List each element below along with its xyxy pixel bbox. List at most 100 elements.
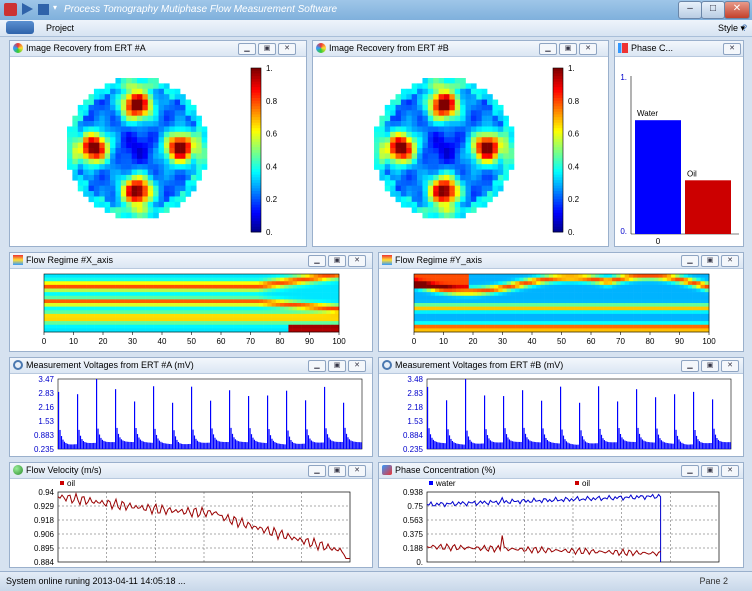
pixel (411, 104, 418, 111)
regime-pixel (258, 303, 264, 307)
regime-pixel (326, 299, 331, 304)
regime-pixel (418, 274, 423, 278)
panel-close-button[interactable]: ✕ (721, 465, 739, 477)
pixel (497, 104, 504, 111)
regime-pixel (532, 324, 537, 329)
pixel (153, 153, 159, 160)
panel-restore-button[interactable]: ▣ (701, 360, 719, 372)
regime-pixel (662, 317, 668, 322)
voltage-bar (96, 379, 98, 449)
regime-pixel (216, 277, 222, 282)
panel-title: Flow Regime #X_axis (26, 255, 114, 265)
panel-minimize-button[interactable]: ▁ (308, 360, 326, 372)
panel-restore-button[interactable]: ▣ (328, 465, 346, 477)
style-menu[interactable]: Style ▾ (718, 23, 745, 34)
panel-restore-button[interactable]: ▣ (701, 255, 719, 267)
voltage-bar (277, 443, 279, 449)
panel-minimize-button[interactable]: ▁ (539, 43, 557, 55)
regime-pixel (52, 317, 57, 322)
panel-restore-button[interactable]: ▣ (328, 360, 346, 372)
pixel (120, 180, 127, 186)
panel-minimize-button[interactable]: ▁ (681, 465, 699, 477)
pixel (77, 164, 84, 170)
regime-pixel (115, 299, 121, 304)
help-icon[interactable]: ? (742, 23, 747, 33)
colorbar-segment (251, 166, 261, 170)
pixel (422, 94, 429, 100)
pixel (180, 131, 186, 138)
panel-close-button[interactable]: ✕ (278, 43, 296, 55)
panel-minimize-button[interactable]: ▁ (681, 360, 699, 372)
pixel (503, 142, 509, 149)
pixel (406, 126, 412, 133)
regime-pixel (221, 284, 226, 289)
regime-pixel (157, 292, 163, 297)
pixel (492, 169, 499, 176)
pixel (67, 131, 73, 138)
status-pane: Pane 2 (699, 576, 728, 586)
regime-pixel (447, 313, 453, 318)
pixel (131, 83, 138, 90)
minimize-button[interactable]: – (678, 1, 702, 19)
quick-access-dropdown-icon[interactable]: ▾ (53, 3, 59, 16)
pixel (481, 137, 488, 143)
panel-close-button[interactable]: ✕ (348, 255, 366, 267)
panel-close-button[interactable]: ✕ (348, 360, 366, 372)
panel-close-button[interactable]: ✕ (579, 43, 597, 55)
colorbar-segment (553, 218, 563, 222)
voltage-bar (679, 441, 682, 449)
play-icon[interactable] (22, 3, 33, 15)
menu-project[interactable]: Project (46, 23, 74, 33)
panel-restore-button[interactable]: ▣ (258, 43, 276, 55)
regime-pixel (569, 310, 575, 315)
panel-phase-c: Phase C... ✕ 1. 0. Water Oil 0 (614, 40, 744, 247)
regime-pixel (620, 324, 626, 329)
panel-close-button[interactable]: ✕ (721, 360, 739, 372)
pixel (126, 88, 132, 95)
regime-pixel (666, 281, 672, 286)
regime-pixel (56, 310, 62, 315)
regime-pixel (502, 306, 508, 311)
regime-pixel (591, 292, 596, 297)
panel-minimize-button[interactable]: ▁ (238, 43, 256, 55)
regime-pixel (679, 303, 685, 307)
regime-pixel (675, 303, 680, 307)
regime-pixel (204, 292, 209, 297)
regime-pixel (119, 324, 125, 329)
stop-icon[interactable] (38, 4, 49, 15)
panel-restore-button[interactable]: ▣ (328, 255, 346, 267)
maximize-button[interactable]: □ (701, 1, 725, 19)
panel-restore-button[interactable]: ▣ (559, 43, 577, 55)
panel-minimize-button[interactable]: ▁ (308, 255, 326, 267)
panel-close-button[interactable]: ✕ (721, 255, 739, 267)
regime-pixel (60, 284, 66, 289)
regime-pixel (296, 292, 302, 297)
close-button[interactable]: ✕ (724, 1, 750, 19)
panel-close-button[interactable]: ✕ (348, 465, 366, 477)
regime-pixel (322, 284, 327, 289)
regime-pixel (506, 281, 512, 286)
pixel (438, 174, 445, 181)
pixel (422, 169, 429, 176)
panel-restore-button[interactable]: ▣ (701, 465, 719, 477)
regime-pixel (607, 306, 613, 311)
regime-pixel (56, 317, 62, 322)
regime-pixel (216, 281, 222, 286)
pixel (438, 153, 445, 160)
panel-minimize-button[interactable]: ▁ (308, 465, 326, 477)
regime-pixel (263, 292, 268, 297)
pixel (174, 158, 181, 165)
regime-pixel (69, 310, 74, 315)
pixel (120, 99, 127, 106)
panel-minimize-button[interactable]: ▁ (681, 255, 699, 267)
application-menu-button[interactable] (6, 21, 34, 34)
regime-pixel (81, 274, 87, 278)
panel-close-button[interactable]: ✕ (723, 43, 741, 55)
pixel (67, 153, 73, 160)
pixel (481, 121, 488, 127)
pixel (444, 212, 450, 219)
pixel (492, 142, 499, 149)
voltage-bar (233, 437, 235, 449)
regime-pixel (136, 292, 142, 297)
pixel (433, 164, 439, 170)
